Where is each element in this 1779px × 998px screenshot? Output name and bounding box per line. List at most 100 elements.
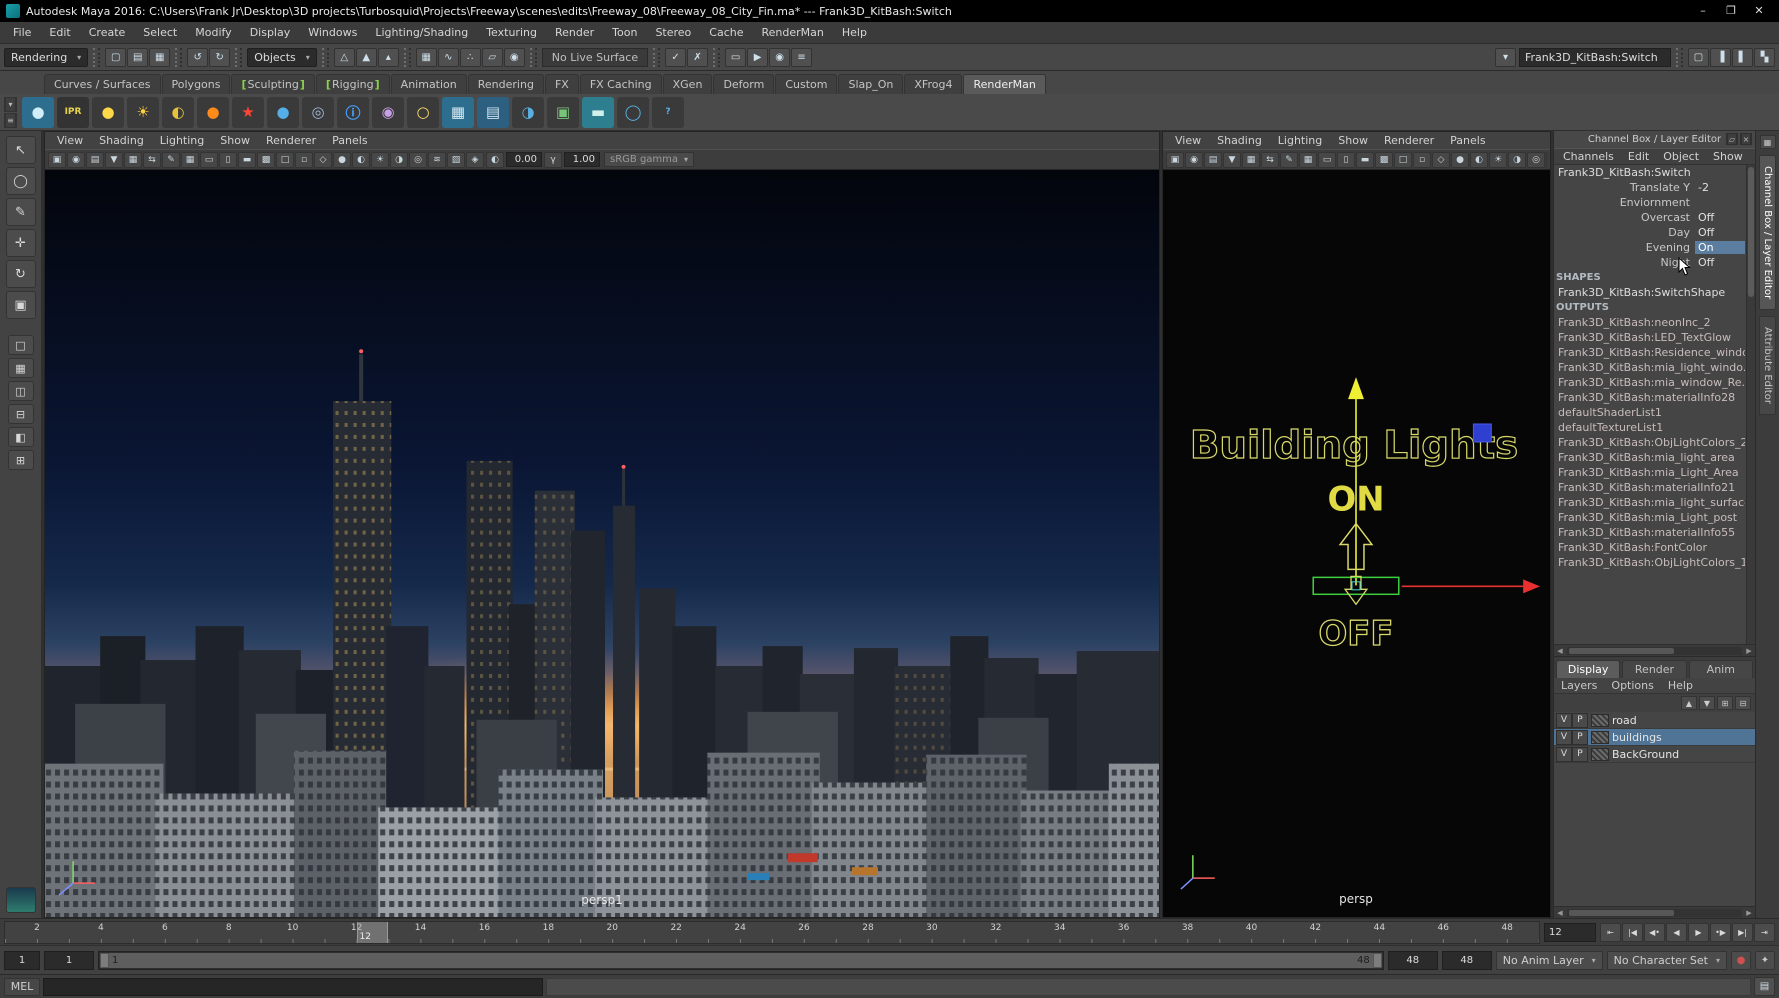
bookmarks-icon[interactable]: ▼ <box>1223 152 1241 168</box>
renderman-logo-icon[interactable]: ★ <box>232 97 264 128</box>
2d-pan-zoom-icon[interactable]: ⇆ <box>143 152 161 168</box>
ipr-render-shelf-icon[interactable]: IPR <box>57 97 89 128</box>
camera-attributes-icon[interactable]: ▤ <box>86 152 104 168</box>
shelf-tab[interactable]: [ RenderMan ] <box>963 74 1045 94</box>
renderman-render-globals-icon[interactable]: ● <box>22 97 54 128</box>
gamma-icon[interactable]: γ <box>544 152 562 168</box>
current-frame-marker[interactable]: 12 <box>357 922 389 943</box>
output-node-name[interactable]: Frank3D_KitBash:mia_light_windo... <box>1554 360 1745 375</box>
channel-box-menu-item[interactable]: Channels <box>1556 150 1621 163</box>
spreadsheet-icon[interactable]: ▦ <box>442 97 474 128</box>
command-line-input[interactable] <box>43 978 543 996</box>
anim-layer-select[interactable]: No Anim Layer ▾ <box>1496 951 1603 970</box>
menu-item[interactable]: Render <box>546 22 603 44</box>
camera-attributes-icon[interactable]: ▤ <box>1204 152 1222 168</box>
dock-tab[interactable]: Channel Box / Layer Editor <box>1759 155 1776 310</box>
pxr-dome-light-icon[interactable]: ● <box>197 97 229 128</box>
timing-sphere-icon[interactable]: ◯ <box>617 97 649 128</box>
shelf-tab[interactable]: [ Rendering ] <box>468 74 544 94</box>
shelf-tab[interactable]: [ FX Caching ] <box>580 74 662 94</box>
move-tool-icon[interactable]: ✛ <box>6 229 36 257</box>
layer-editor-menu-item[interactable]: Layers <box>1554 679 1604 692</box>
shelf-tab[interactable]: [ Polygons ] <box>162 74 231 94</box>
toolbar-grip[interactable] <box>653 48 660 67</box>
shelf-tab[interactable]: [ XFrog4 ] <box>904 74 962 94</box>
output-node-name[interactable]: defaultTextureList1 <box>1554 420 1745 435</box>
animation-start-field[interactable] <box>4 951 40 970</box>
viewport-canvas-persp1[interactable]: persp1 <box>45 170 1159 917</box>
menu-item[interactable]: Lighting/Shading <box>366 22 477 44</box>
shelf-menu-icon[interactable]: ≡ <box>4 113 17 128</box>
grid-toggle-icon[interactable]: ▦ <box>1299 152 1317 168</box>
shelf-tabs-toggle-icon[interactable]: ▾ <box>4 97 17 112</box>
channel-value[interactable]: On <box>1695 241 1745 254</box>
scroll-right-icon[interactable]: ▶ <box>1743 647 1755 655</box>
hscroll-track[interactable] <box>1567 647 1742 655</box>
layer-color-swatch[interactable] <box>1591 731 1609 744</box>
grease-pencil-icon[interactable]: ✎ <box>1280 152 1298 168</box>
wireframe-icon[interactable]: ◇ <box>314 152 332 168</box>
time-slider[interactable]: 2468101214161820222426283032343638404244… <box>4 921 1540 944</box>
toolbar-grip[interactable] <box>175 48 182 67</box>
layer-visibility-toggle[interactable]: V <box>1556 730 1572 745</box>
lock-camera-icon[interactable]: ◉ <box>1185 152 1203 168</box>
output-node-name[interactable]: Frank3D_KitBash:mia_Light_post <box>1554 510 1745 525</box>
go-to-start-button[interactable]: ⇤ <box>1600 923 1621 942</box>
wireframe-icon[interactable]: ◇ <box>1432 152 1450 168</box>
lpe-swirl-icon[interactable]: ◑ <box>512 97 544 128</box>
open-scene-icon[interactable]: ▤ <box>127 48 148 67</box>
layer-editor-menu-item[interactable]: Help <box>1661 679 1700 692</box>
output-node-name[interactable]: Frank3D_KitBash:materialInfo21 <box>1554 480 1745 495</box>
viewport-menu-item[interactable]: Panels <box>324 134 375 147</box>
gate-mask-icon[interactable]: ▬ <box>1356 152 1374 168</box>
hscroll-thumb[interactable] <box>1569 648 1674 654</box>
layer-editor-tab[interactable]: Render <box>1622 660 1686 678</box>
script-editor-icon[interactable]: ▤ <box>1754 977 1775 996</box>
attribute-editor-toggle-icon[interactable]: ▐ <box>1710 48 1731 67</box>
resolution-gate-icon[interactable]: ▯ <box>1337 152 1355 168</box>
select-by-object-icon[interactable]: ▲ <box>356 48 377 67</box>
field-chart-icon[interactable]: ▩ <box>257 152 275 168</box>
range-slider-bar[interactable]: 1 48 <box>100 953 1382 968</box>
layer-editor-hscrollbar[interactable]: ◀ ▶ <box>1554 906 1755 918</box>
shelf-tab[interactable]: [ Curves / Surfaces ] <box>44 74 161 94</box>
viewport-menu-item[interactable]: Shading <box>91 134 152 147</box>
output-node-name[interactable]: Frank3D_KitBash:mia_light_surface1 <box>1554 495 1745 510</box>
viewport-canvas-persp[interactable]: Building Lights ON OFF <box>1163 170 1550 917</box>
layer-editor-tab[interactable]: Anim <box>1689 660 1753 678</box>
layer-editor-menu-item[interactable]: Options <box>1604 679 1660 692</box>
viewport-menu-item[interactable]: View <box>1167 134 1209 147</box>
menu-item[interactable]: Edit <box>40 22 79 44</box>
layer-playback-toggle[interactable]: P <box>1572 730 1588 745</box>
shelf-tab[interactable]: [ Custom ] <box>775 74 837 94</box>
viewport-menu-item[interactable]: Show <box>1330 134 1376 147</box>
shelf-tab[interactable]: [ Slap_On ] <box>838 74 903 94</box>
output-node-name[interactable]: Frank3D_KitBash:mia_light_area <box>1554 450 1745 465</box>
menu-item[interactable]: Windows <box>299 22 366 44</box>
select-camera-icon[interactable]: ▣ <box>1166 152 1184 168</box>
channel-value[interactable]: Off <box>1695 226 1745 239</box>
shelf-tab[interactable]: [ XGen ] <box>663 74 713 94</box>
image-plane-icon[interactable]: ▦ <box>1242 152 1260 168</box>
animation-preferences-button[interactable]: ✦ <box>1755 951 1775 970</box>
select-by-hierarchy-icon[interactable]: △ <box>334 48 355 67</box>
dock-tab[interactable]: Attribute Editor <box>1759 316 1776 415</box>
toolbar-grip[interactable] <box>404 48 411 67</box>
output-node-name[interactable]: Frank3D_KitBash:neonInc_2 <box>1554 315 1745 330</box>
open-render-view-icon[interactable]: ▭ <box>725 48 746 67</box>
safe-title-icon[interactable]: ▫ <box>1413 152 1431 168</box>
motion-blur-icon[interactable]: ≋ <box>428 152 446 168</box>
render-current-frame-icon[interactable]: ▶ <box>747 48 768 67</box>
layer-visibility-toggle[interactable]: V <box>1556 713 1572 728</box>
channel-box-hscrollbar[interactable]: ◀ ▶ <box>1554 644 1755 656</box>
output-node-name[interactable]: Frank3D_KitBash:materialInfo55 <box>1554 525 1745 540</box>
safe-action-icon[interactable]: □ <box>1394 152 1412 168</box>
render-clapper-icon[interactable]: ▬ <box>582 97 614 128</box>
snap-to-grid-icon[interactable]: ▦ <box>416 48 437 67</box>
menu-item[interactable]: Create <box>80 22 135 44</box>
lasso-tool-icon[interactable]: ◯ <box>6 167 36 195</box>
menu-item[interactable]: Modify <box>186 22 240 44</box>
pxr-env-day-light-icon[interactable]: ◐ <box>162 97 194 128</box>
select-tool-icon[interactable]: ↖ <box>6 136 36 164</box>
scroll-right-icon[interactable]: ▶ <box>1743 909 1755 917</box>
